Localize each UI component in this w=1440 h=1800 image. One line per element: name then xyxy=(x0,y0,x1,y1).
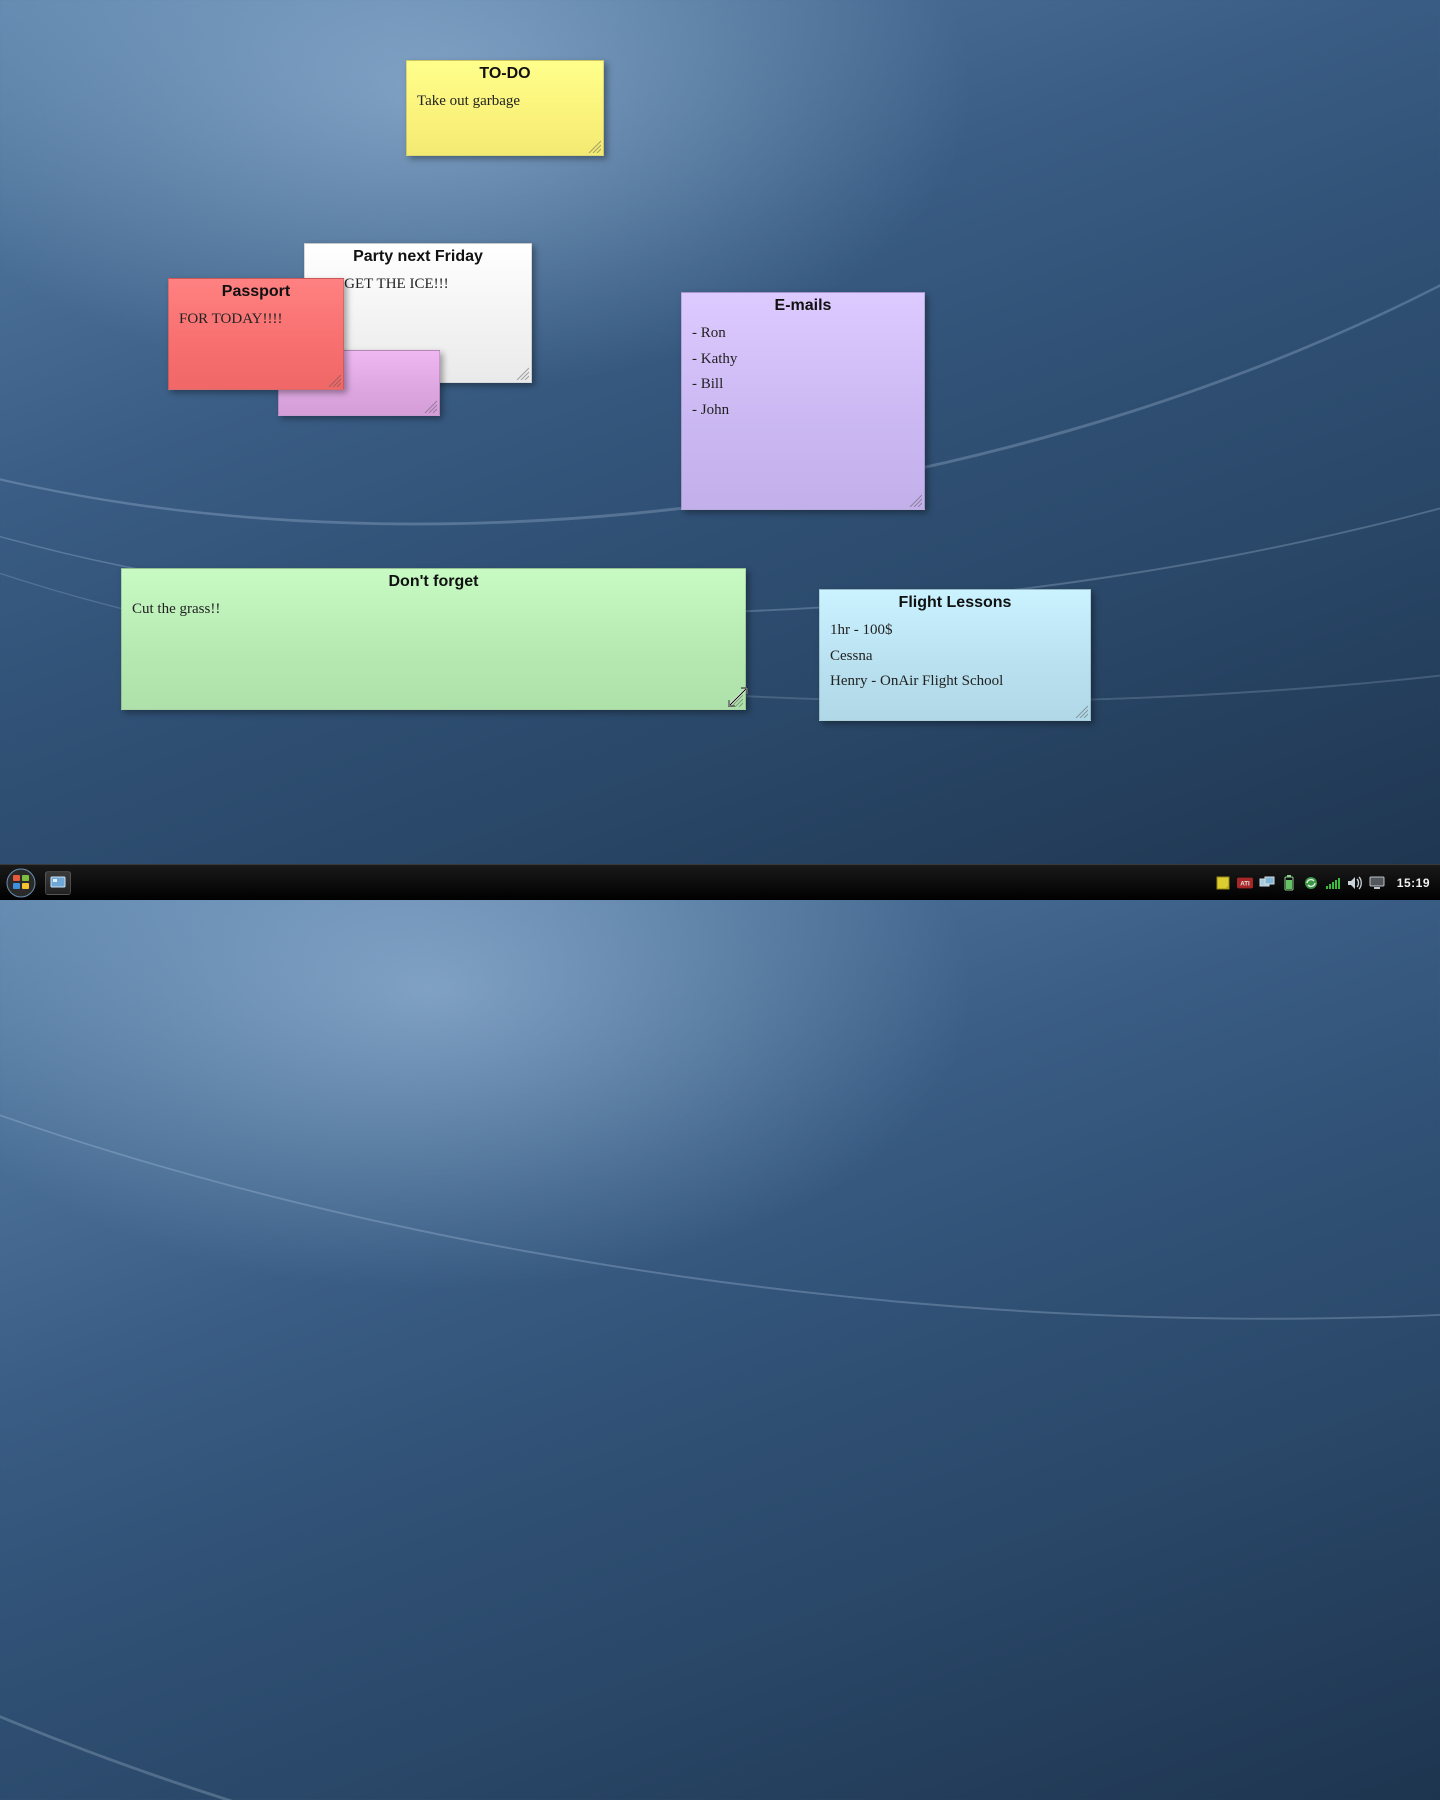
monitor-icon[interactable] xyxy=(1369,875,1385,891)
network-icon[interactable] xyxy=(1259,875,1275,891)
start-button[interactable] xyxy=(4,866,38,900)
taskbar: ATI 15:19 xyxy=(0,864,1440,900)
sticky-note-body[interactable]: FOR TODAY!!!! xyxy=(169,305,343,341)
resize-grip-icon[interactable] xyxy=(327,373,341,387)
resize-grip-icon[interactable] xyxy=(515,366,529,380)
sticky-note-emails[interactable]: E-mails - Ron - Kathy - Bill - John xyxy=(681,292,925,510)
wallpaper-line xyxy=(0,0,1440,1800)
taskbar-item-show-desktop[interactable] xyxy=(45,871,71,895)
sticky-note-icon[interactable] xyxy=(1215,875,1231,891)
wallpaper-line xyxy=(0,0,1440,1464)
sticky-note-body[interactable]: 1hr - 100$ Cessna Henry - OnAir Flight S… xyxy=(820,616,1090,703)
sync-icon[interactable] xyxy=(1303,875,1319,891)
sticky-note-title: Don't forget xyxy=(122,569,745,595)
sticky-note-title: Passport xyxy=(169,279,343,305)
sticky-note-title: TO-DO xyxy=(407,61,603,87)
volume-icon[interactable] xyxy=(1347,875,1363,891)
sticky-note-dontforget[interactable]: Don't forget Cut the grass!! xyxy=(121,568,746,710)
ati-icon[interactable]: ATI xyxy=(1237,875,1253,891)
system-tray: ATI 15:19 xyxy=(1215,875,1440,891)
resize-grip-icon[interactable] xyxy=(908,493,922,507)
sticky-note-body[interactable]: - Ron - Kathy - Bill - John xyxy=(682,319,924,431)
battery-icon[interactable] xyxy=(1281,875,1297,891)
sticky-note-title: Flight Lessons xyxy=(820,590,1090,616)
sticky-note-flight[interactable]: Flight Lessons 1hr - 100$ Cessna Henry -… xyxy=(819,589,1091,721)
resize-grip-icon[interactable] xyxy=(729,693,743,707)
sticky-note-todo[interactable]: TO-DO Take out garbage xyxy=(406,60,604,156)
resize-grip-icon[interactable] xyxy=(587,139,601,153)
sticky-note-title: Party next Friday xyxy=(305,244,531,270)
sticky-note-title: E-mails xyxy=(682,293,924,319)
signal-icon[interactable] xyxy=(1325,875,1341,891)
svg-text:ATI: ATI xyxy=(1240,880,1250,887)
resize-grip-icon[interactable] xyxy=(1074,704,1088,718)
sticky-note-passport[interactable]: Passport FOR TODAY!!!! xyxy=(168,278,344,390)
taskbar-clock[interactable]: 15:19 xyxy=(1397,876,1430,890)
sticky-note-body[interactable]: Take out garbage xyxy=(407,87,603,123)
resize-grip-icon[interactable] xyxy=(423,399,437,413)
sticky-note-body[interactable]: Cut the grass!! xyxy=(122,595,745,631)
